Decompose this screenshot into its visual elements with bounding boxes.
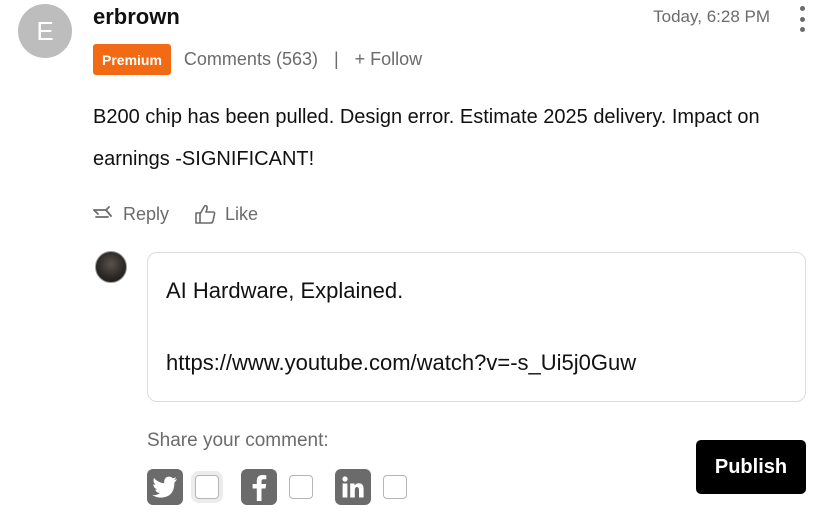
timestamp: Today, 6:28 PM <box>653 7 770 26</box>
comment-actions: Reply Like <box>93 201 258 227</box>
share-linkedin-checkbox[interactable] <box>383 475 407 499</box>
comment-text: B200 chip has been pulled. Design error.… <box>93 106 760 170</box>
username[interactable]: erbrown <box>93 4 180 30</box>
separator: | <box>333 49 339 69</box>
publish-button[interactable]: Publish <box>696 440 806 494</box>
reply-text-line: AI Hardware, Explained. <box>166 278 404 303</box>
share-linkedin <box>335 469 407 505</box>
premium-badge: Premium <box>93 44 171 75</box>
comment-thread: E erbrown Today, 6:28 PM Premium Comment… <box>0 0 821 515</box>
current-user-avatar <box>95 251 127 283</box>
reply-button[interactable]: Reply <box>93 204 169 225</box>
linkedin-icon[interactable] <box>335 469 371 505</box>
comments-count-link[interactable]: Comments (563) <box>184 49 318 70</box>
facebook-icon[interactable] <box>241 469 277 505</box>
like-label: Like <box>225 203 259 224</box>
avatar[interactable]: E <box>18 4 72 58</box>
share-facebook <box>241 469 313 505</box>
share-label: Share your comment: <box>147 430 329 451</box>
share-facebook-checkbox[interactable] <box>289 475 313 499</box>
share-options <box>147 469 407 505</box>
thumbs-up-icon <box>195 204 216 224</box>
share-twitter <box>147 469 219 505</box>
reply-text-link: https://www.youtube.com/watch?v=-s_Ui5j0… <box>166 350 637 375</box>
reply-textarea[interactable]: AI Hardware, Explained. https://www.yout… <box>147 252 806 402</box>
reply-label: Reply <box>123 203 170 224</box>
follow-button[interactable]: + Follow <box>355 49 423 70</box>
reply-arrow-icon <box>93 206 112 218</box>
share-twitter-checkbox[interactable] <box>195 475 219 499</box>
twitter-icon[interactable] <box>147 469 183 505</box>
avatar-initial: E <box>36 15 54 46</box>
like-button[interactable]: Like <box>195 204 258 225</box>
author-meta-row: Premium Comments (563) | + Follow <box>93 44 422 75</box>
more-vertical-icon[interactable] <box>796 6 808 32</box>
